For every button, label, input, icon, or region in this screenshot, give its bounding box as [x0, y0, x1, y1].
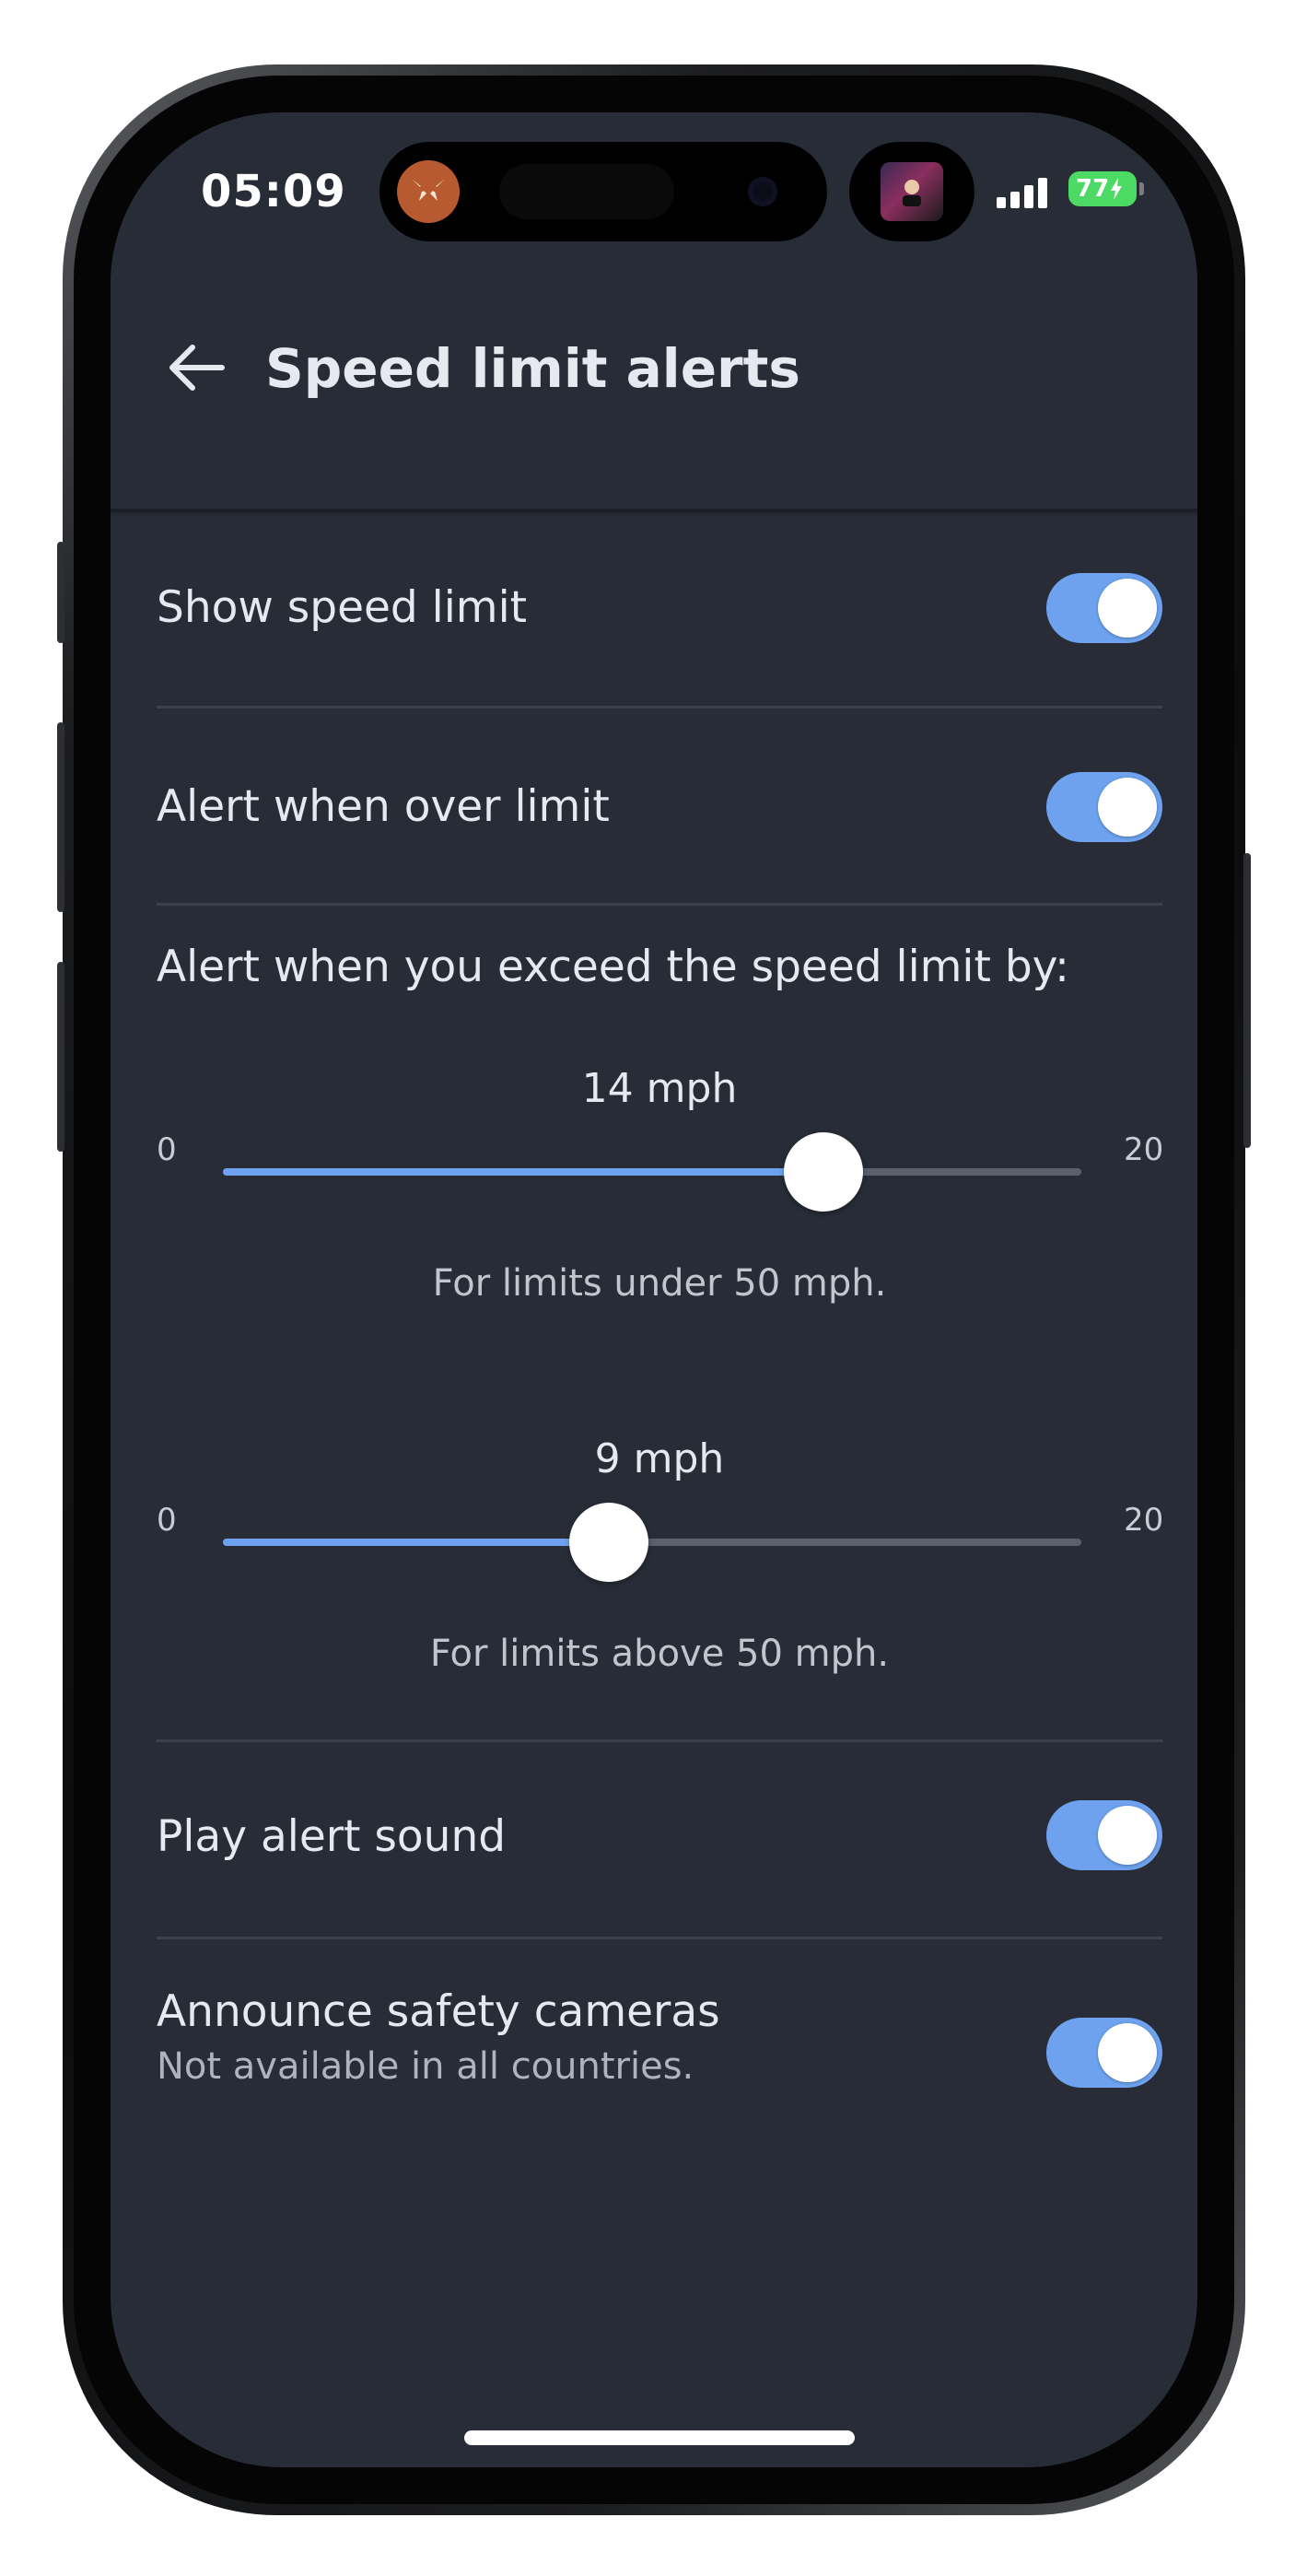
toggle-knob — [1098, 778, 1157, 837]
safety-cameras-toggle[interactable] — [1046, 2018, 1162, 2088]
charging-bolt-icon — [1111, 178, 1123, 200]
battery-cap — [1139, 182, 1144, 195]
slider-max-label: 20 — [1124, 1502, 1164, 1539]
setting-label: Alert when over limit — [157, 781, 610, 832]
setting-label: Announce safety cameras — [157, 1986, 720, 2037]
divider — [157, 903, 1162, 906]
power-button — [1243, 853, 1251, 1148]
slider-max-label: 20 — [1124, 1131, 1164, 1168]
divider — [157, 706, 1162, 708]
play-alert-sound-toggle[interactable] — [1046, 1800, 1162, 1870]
toggle-knob — [1098, 2023, 1157, 2082]
status-bar: 05:09 77 — [111, 112, 1197, 251]
exceed-threshold-prompt: Alert when you exceed the speed limit by… — [157, 942, 1069, 992]
island-media-bubble[interactable] — [849, 142, 974, 241]
live-activity-app-icon[interactable] — [397, 160, 460, 223]
speed-threshold-slider-low[interactable] — [223, 1132, 1081, 1212]
setting-row-safety-cameras[interactable]: Announce safety cameras Not available in… — [157, 1986, 1162, 2115]
header-divider — [111, 509, 1197, 512]
slider-value-label: 14 mph — [581, 1065, 738, 1112]
media-thumbnail-icon — [881, 162, 943, 221]
toggle-knob — [1098, 579, 1157, 638]
slider-caption: For limits above 50 mph. — [429, 1633, 890, 1675]
alert-over-limit-toggle[interactable] — [1046, 772, 1162, 842]
battery-icon: 77 — [1068, 171, 1137, 206]
toggle-knob — [1098, 1806, 1157, 1865]
slider-fill — [223, 1539, 610, 1546]
speed-threshold-slider-high[interactable] — [223, 1503, 1081, 1582]
battery-level: 77 — [1076, 175, 1110, 203]
arrow-left-icon — [169, 345, 225, 391]
front-camera — [748, 177, 777, 206]
slider-thumb[interactable] — [569, 1503, 649, 1582]
home-indicator[interactable] — [464, 2430, 855, 2445]
action-button — [57, 542, 64, 643]
slider-caption: For limits under 50 mph. — [432, 1262, 887, 1305]
divider — [157, 1739, 1162, 1742]
slider-fill — [223, 1168, 824, 1176]
cellular-signal-icon — [997, 177, 1050, 208]
status-time: 05:09 — [201, 166, 346, 217]
setting-row-show-speed-limit[interactable]: Show speed limit — [157, 562, 1162, 654]
setting-row-alert-over-limit[interactable]: Alert when over limit — [157, 761, 1162, 853]
divider — [157, 1937, 1162, 1939]
setting-subtitle: Not available in all countries. — [157, 2045, 694, 2088]
volume-up-button — [57, 722, 64, 912]
show-speed-limit-toggle[interactable] — [1046, 573, 1162, 643]
page-title: Speed limit alerts — [265, 337, 800, 400]
slider-thumb[interactable] — [784, 1132, 864, 1212]
setting-row-play-alert-sound[interactable]: Play alert sound — [157, 1789, 1162, 1881]
slider-min-label: 0 — [157, 1131, 177, 1168]
dynamic-island[interactable] — [379, 142, 827, 241]
slider-value-label: 9 mph — [594, 1435, 725, 1482]
setting-label: Show speed limit — [157, 582, 528, 633]
back-button[interactable] — [155, 326, 238, 409]
slider-min-label: 0 — [157, 1502, 177, 1539]
island-sensor-area — [499, 164, 674, 219]
volume-down-button — [57, 962, 64, 1152]
screen: 05:09 77 Speed limit alerts Show speed l… — [111, 112, 1197, 2467]
setting-label: Play alert sound — [157, 1811, 507, 1862]
